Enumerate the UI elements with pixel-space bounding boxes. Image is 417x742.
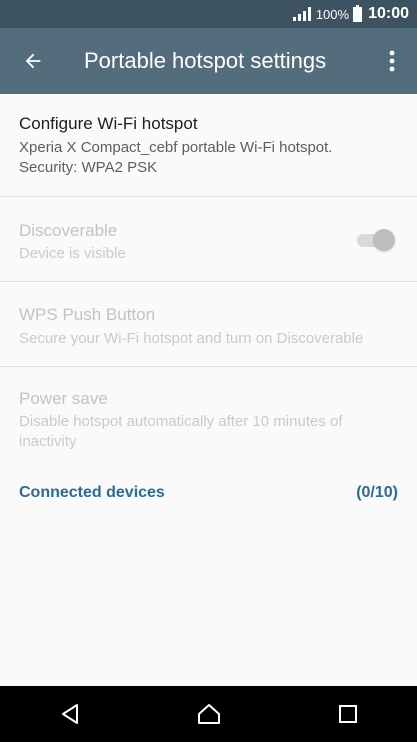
configure-hotspot-title: Configure Wi-Fi hotspot (19, 114, 198, 133)
app-bar: Portable hotspot settings (0, 28, 417, 94)
home-icon (197, 704, 220, 724)
nav-recents-button[interactable] (318, 686, 378, 742)
wps-title: WPS Push Button (19, 305, 156, 324)
discoverable-summary: Device is visible (19, 245, 126, 262)
connected-devices-label: Connected devices (19, 484, 165, 501)
settings-list: Configure Wi-Fi hotspot Xperia X Compact… (0, 94, 417, 686)
status-bar: 100% 10:00 (0, 0, 417, 28)
configure-hotspot-summary-line1: Xperia X Compact_cebf portable Wi-Fi hot… (19, 139, 333, 156)
discoverable-title: Discoverable (19, 221, 118, 240)
more-vert-icon (389, 50, 395, 72)
configure-hotspot-summary-line2: Security: WPA2 PSK (19, 159, 158, 176)
power-save-summary: Disable hotspot automatically after 10 m… (19, 413, 343, 450)
wps-summary: Secure your Wi-Fi hotspot and turn on Di… (19, 330, 364, 347)
triangle-back-icon (61, 704, 78, 724)
discoverable-item[interactable]: Discoverable Device is visible (0, 197, 417, 282)
battery-icon (353, 4, 363, 22)
signal-icon (292, 7, 311, 21)
back-button[interactable] (0, 28, 66, 94)
discoverable-toggle[interactable] (357, 229, 395, 251)
nav-back-button[interactable] (40, 686, 100, 742)
page-title: Portable hotspot settings (84, 48, 327, 73)
configure-hotspot-item[interactable]: Configure Wi-Fi hotspot Xperia X Compact… (0, 94, 417, 197)
power-save-item[interactable]: Power save Disable hotspot automatically… (0, 367, 417, 471)
more-options-button[interactable] (367, 28, 417, 94)
wps-push-button-item[interactable]: WPS Push Button Secure your Wi-Fi hotspo… (0, 282, 417, 367)
clock: 10:00 (368, 5, 409, 22)
toggle-thumb (373, 229, 395, 251)
nav-home-button[interactable] (179, 686, 239, 742)
connected-devices-header: Connected devices (0/10) (0, 471, 417, 515)
battery-percent: 100% (315, 6, 350, 22)
arrow-back-icon (25, 53, 41, 69)
square-recents-icon (338, 705, 357, 723)
connected-devices-count: (0/10) (356, 484, 398, 501)
navigation-bar (0, 686, 417, 742)
power-save-title: Power save (19, 389, 108, 408)
